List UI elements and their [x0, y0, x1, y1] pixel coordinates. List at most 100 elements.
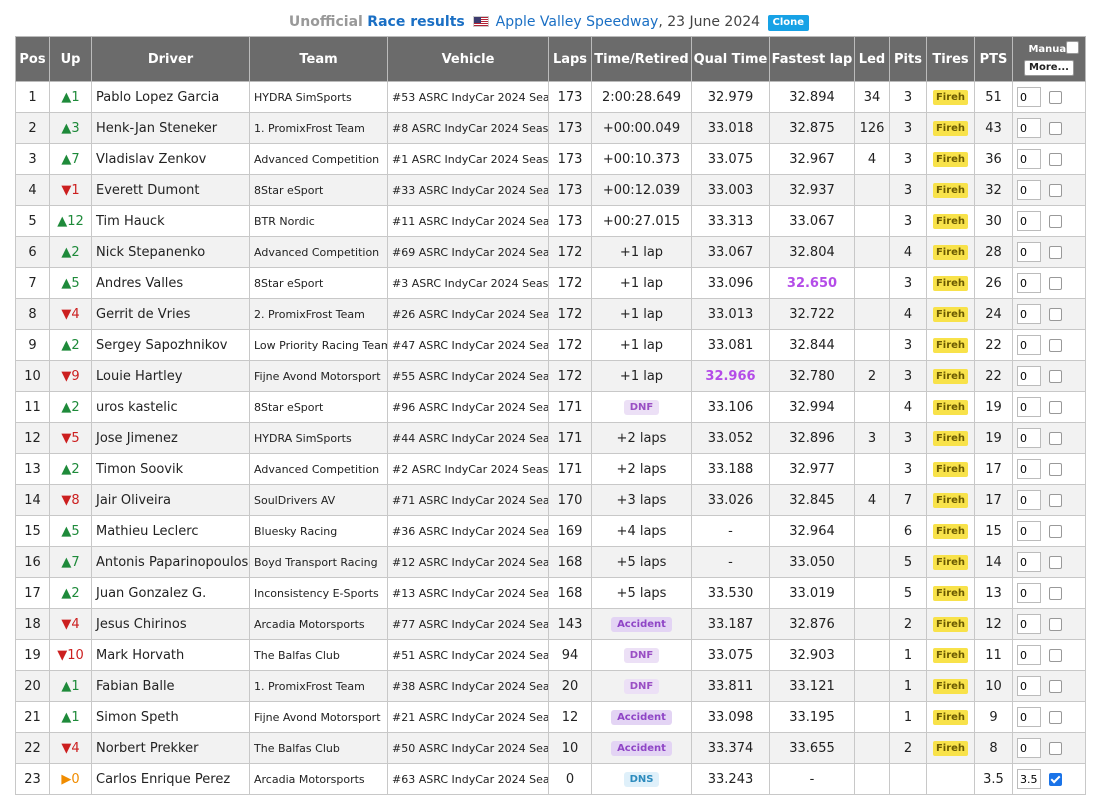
position-delta: 4 — [71, 740, 80, 756]
manual-points-input[interactable] — [1017, 304, 1041, 324]
tire-badge: Fireh — [932, 214, 969, 229]
more-button[interactable]: More... — [1024, 59, 1074, 76]
col-qual[interactable]: Qual Time — [691, 36, 770, 82]
col-pos[interactable]: Pos — [15, 36, 50, 82]
manual-points-input[interactable] — [1017, 707, 1041, 727]
manual-points-input[interactable] — [1017, 738, 1041, 758]
manual-checkbox[interactable] — [1049, 741, 1062, 755]
driver-cell[interactable]: Sergey Sapozhnikov — [91, 329, 250, 361]
driver-cell[interactable]: Mark Horvath — [91, 639, 250, 671]
manual-points-input[interactable] — [1017, 118, 1041, 138]
manual-checkbox[interactable] — [1049, 524, 1062, 538]
driver-cell[interactable]: Gerrit de Vries — [91, 298, 250, 330]
manual-points-input[interactable] — [1017, 490, 1041, 510]
manual-checkbox[interactable] — [1049, 493, 1062, 507]
manual-checkbox[interactable] — [1049, 214, 1062, 228]
driver-cell[interactable]: Simon Speth — [91, 701, 250, 733]
col-fastest[interactable]: Fastest lap — [769, 36, 855, 82]
manual-points-input[interactable] — [1017, 211, 1041, 231]
position-delta: 1 — [71, 678, 80, 694]
tire-badge: Fireh — [932, 338, 969, 353]
driver-cell[interactable]: Andres Valles — [91, 267, 250, 299]
driver-cell[interactable]: Nick Stepanenko — [91, 236, 250, 268]
manual-checkbox[interactable] — [1049, 679, 1062, 693]
laps-cell: 173 — [548, 81, 592, 113]
manual-points-input[interactable] — [1017, 335, 1041, 355]
manual-checkbox[interactable] — [1049, 121, 1062, 135]
col-pits[interactable]: Pits — [889, 36, 927, 82]
col-driver[interactable]: Driver — [91, 36, 250, 82]
manual-checkbox[interactable] — [1049, 183, 1062, 197]
manual-checkbox[interactable] — [1049, 772, 1062, 786]
manual-points-input[interactable] — [1017, 552, 1041, 572]
col-time[interactable]: Time/Retired — [591, 36, 692, 82]
col-team[interactable]: Team — [249, 36, 388, 82]
manual-checkbox[interactable] — [1049, 245, 1062, 259]
fastest-cell: 33.195 — [769, 701, 855, 733]
col-led[interactable]: Led — [854, 36, 890, 82]
manual-cell — [1012, 112, 1086, 144]
manual-checkbox[interactable] — [1049, 90, 1062, 104]
manual-checkbox[interactable] — [1049, 338, 1062, 352]
driver-cell[interactable]: uros kastelic — [91, 391, 250, 423]
manual-checkbox[interactable] — [1049, 400, 1062, 414]
driver-cell[interactable]: Norbert Prekker — [91, 732, 250, 764]
driver-cell[interactable]: Tim Hauck — [91, 205, 250, 237]
manual-points-input[interactable] — [1017, 273, 1041, 293]
manual-checkbox[interactable] — [1049, 586, 1062, 600]
manual-checkbox[interactable] — [1049, 462, 1062, 476]
clone-button[interactable]: Clone — [767, 15, 810, 31]
manual-checkbox[interactable] — [1049, 307, 1062, 321]
manual-points-input[interactable] — [1017, 397, 1041, 417]
manual-all-checkbox[interactable] — [1066, 41, 1079, 54]
driver-cell[interactable]: Jose Jimenez — [91, 422, 250, 454]
driver-cell[interactable]: Pablo Lopez Garcia — [91, 81, 250, 113]
manual-points-input[interactable] — [1017, 180, 1041, 200]
col-laps[interactable]: Laps — [548, 36, 592, 82]
manual-checkbox[interactable] — [1049, 431, 1062, 445]
driver-cell[interactable]: Mathieu Leclerc — [91, 515, 250, 547]
driver-cell[interactable]: Antonis Paparinopoulos — [91, 546, 250, 578]
track-link[interactable]: Apple Valley Speedway — [496, 14, 659, 30]
manual-points-input[interactable] — [1017, 769, 1041, 789]
driver-cell[interactable]: Fabian Balle — [91, 670, 250, 702]
manual-points-input[interactable] — [1017, 521, 1041, 541]
race-results-link[interactable]: Race results — [367, 14, 464, 30]
col-pts[interactable]: PTS — [974, 36, 1013, 82]
manual-checkbox[interactable] — [1049, 648, 1062, 662]
manual-points-input[interactable] — [1017, 676, 1041, 696]
manual-points-input[interactable] — [1017, 149, 1041, 169]
driver-cell[interactable]: Vladislav Zenkov — [91, 143, 250, 175]
manual-checkbox[interactable] — [1049, 276, 1062, 290]
pos-cell: 1 — [15, 81, 50, 113]
col-up[interactable]: Up — [49, 36, 92, 82]
col-vehicle[interactable]: Vehicle — [387, 36, 549, 82]
manual-points-input[interactable] — [1017, 645, 1041, 665]
manual-checkbox[interactable] — [1049, 152, 1062, 166]
driver-cell[interactable]: Timon Soovik — [91, 453, 250, 485]
manual-cell — [1012, 236, 1086, 268]
col-tires[interactable]: Tires — [926, 36, 975, 82]
manual-checkbox[interactable] — [1049, 555, 1062, 569]
manual-points-input[interactable] — [1017, 428, 1041, 448]
manual-points-input[interactable] — [1017, 459, 1041, 479]
driver-cell[interactable]: Jair Oliveira — [91, 484, 250, 516]
manual-checkbox[interactable] — [1049, 617, 1062, 631]
manual-points-input[interactable] — [1017, 366, 1041, 386]
driver-cell[interactable]: Henk-Jan Steneker — [91, 112, 250, 144]
manual-points-input[interactable] — [1017, 87, 1041, 107]
manual-points-input[interactable] — [1017, 614, 1041, 634]
header-row: Pos Up Driver Team Vehicle Laps Time/Ret… — [15, 36, 1086, 82]
driver-cell[interactable]: Carlos Enrique Perez — [91, 763, 250, 795]
tire-badge: Fireh — [932, 493, 969, 508]
manual-checkbox[interactable] — [1049, 369, 1062, 383]
driver-cell[interactable]: Jesus Chirinos — [91, 608, 250, 640]
laps-cell: 172 — [548, 329, 592, 361]
pits-cell — [889, 763, 927, 795]
driver-cell[interactable]: Louie Hartley — [91, 360, 250, 392]
manual-checkbox[interactable] — [1049, 710, 1062, 724]
driver-cell[interactable]: Juan Gonzalez G. — [91, 577, 250, 609]
driver-cell[interactable]: Everett Dumont — [91, 174, 250, 206]
manual-points-input[interactable] — [1017, 583, 1041, 603]
manual-points-input[interactable] — [1017, 242, 1041, 262]
